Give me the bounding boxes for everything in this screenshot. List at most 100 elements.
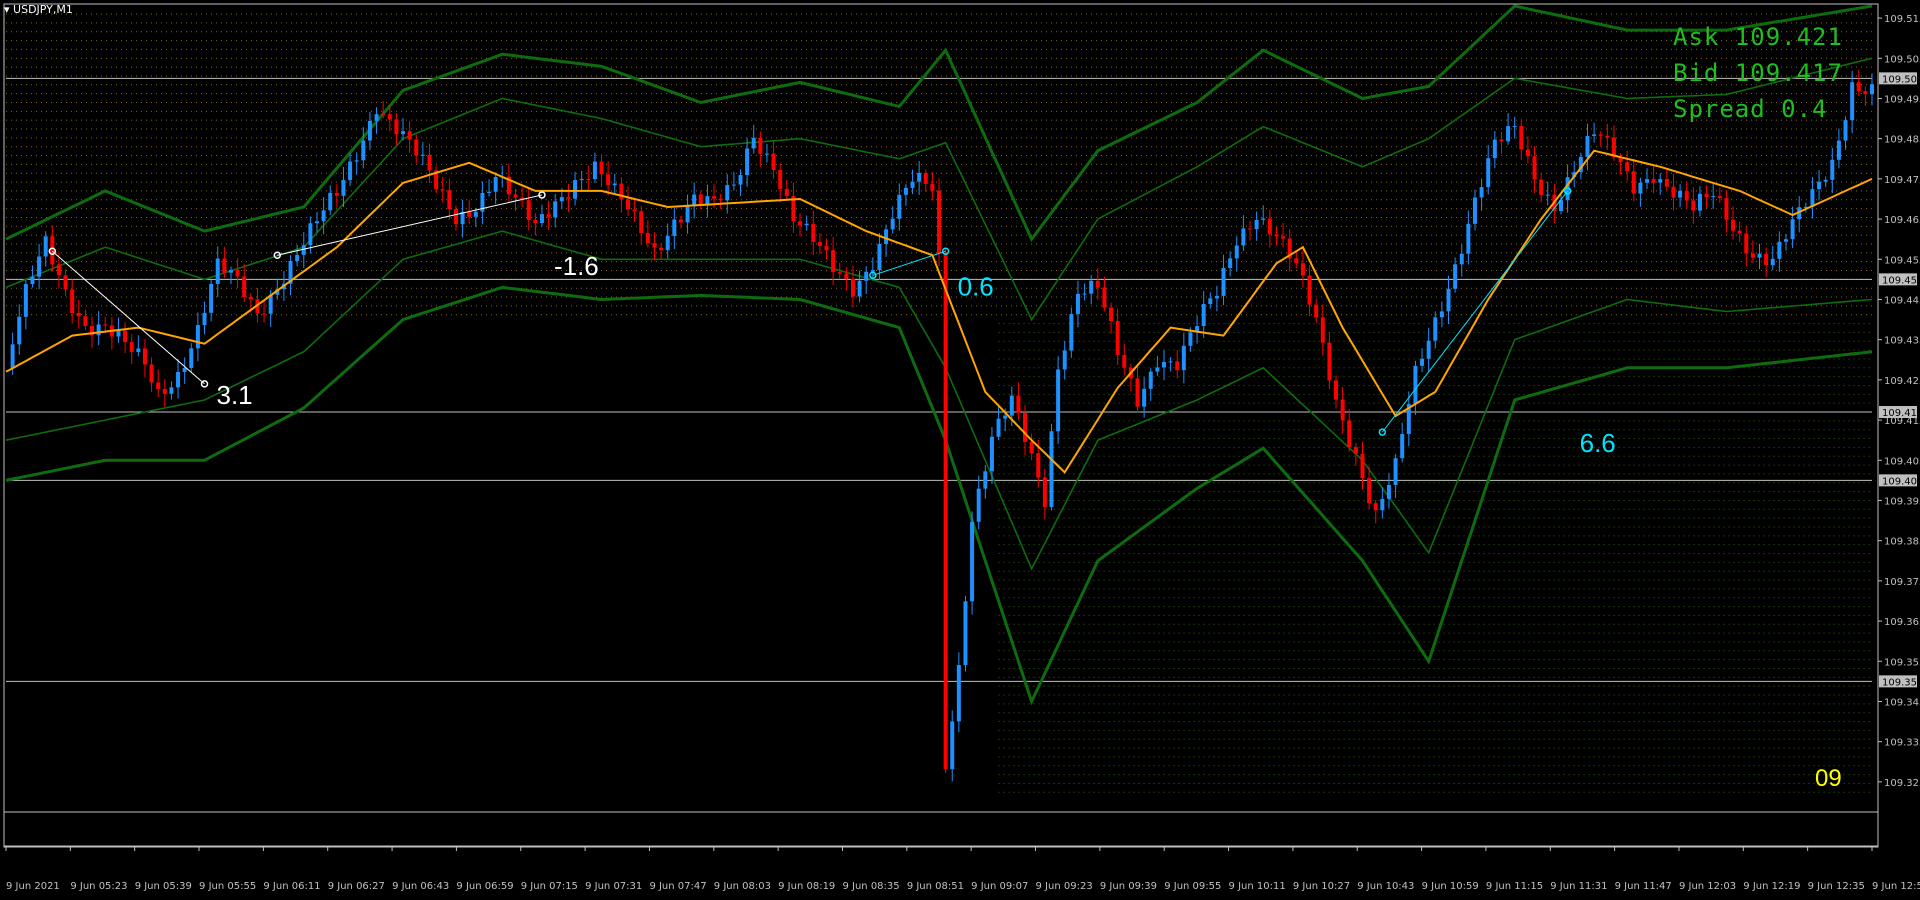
- level-price-label: 109.500: [1882, 74, 1920, 85]
- bull-candle: [612, 183, 617, 186]
- y-tick-label: 109.445: [1884, 295, 1920, 306]
- bull-candle: [1466, 223, 1471, 254]
- bull-candle: [374, 114, 379, 121]
- bear-candle: [645, 232, 650, 244]
- bull-candle: [725, 185, 730, 201]
- level-price-label: 109.400: [1882, 476, 1920, 487]
- bear-candle: [526, 200, 531, 220]
- bull-candle: [1492, 139, 1497, 159]
- bear-candle: [1691, 200, 1696, 211]
- bear-candle: [447, 190, 452, 210]
- bear-candle: [427, 154, 432, 171]
- bear-candle: [1267, 218, 1272, 235]
- bull-candle: [1221, 267, 1226, 296]
- bull-candle: [487, 191, 492, 193]
- bull-candle: [917, 172, 922, 182]
- bear-candle: [639, 211, 644, 233]
- bull-candle: [1472, 197, 1477, 224]
- bear-candle: [811, 223, 816, 242]
- bull-candle: [195, 325, 200, 349]
- bull-candle: [910, 181, 915, 188]
- bull-candle: [1453, 264, 1458, 289]
- bear-candle: [129, 342, 134, 353]
- bear-candle: [1525, 149, 1530, 157]
- bear-candle: [1122, 354, 1127, 368]
- bear-candle: [712, 196, 717, 199]
- bear-candle: [1340, 399, 1345, 421]
- bull-candle: [1261, 218, 1266, 220]
- bull-candle: [884, 229, 889, 244]
- time-axis: 9 Jun 2021 9 Jun 05:23 9 Jun 05:39 9 Jun 05…: [5, 847, 1920, 892]
- bull-candle: [1870, 84, 1874, 95]
- bear-candle: [149, 364, 154, 383]
- candles: [10, 69, 1874, 782]
- bull-candle: [1638, 182, 1643, 194]
- bull-candle: [136, 348, 141, 353]
- zigzag-label: 3.1: [217, 380, 253, 410]
- bull-candle: [348, 161, 353, 181]
- bear-candle: [831, 250, 836, 273]
- x-tick-label: 9 Jun 08:19: [778, 881, 835, 892]
- chart-window[interactable]: 3.1 -1.6 0.6 6.6 109.515 109.505 109.495 109.4…: [0, 0, 1920, 900]
- bull-candle: [354, 160, 359, 162]
- bull-candle: [1069, 314, 1074, 351]
- bull-candle: [553, 201, 558, 218]
- bear-candle: [1605, 135, 1610, 138]
- bear-candle: [1664, 179, 1669, 187]
- bear-candle: [123, 330, 128, 343]
- x-tick-label: 9 Jun 10:11: [1229, 881, 1286, 892]
- bull-candle: [420, 154, 425, 156]
- bull-candle: [1459, 253, 1464, 265]
- bear-candle: [70, 289, 75, 313]
- bull-candle: [1168, 361, 1173, 363]
- bear-candle: [1744, 233, 1749, 254]
- bull-candle: [215, 258, 220, 284]
- bull-candle: [857, 280, 862, 297]
- bear-candle: [1307, 275, 1312, 305]
- bear-candle: [930, 183, 935, 191]
- bull-candle: [1823, 179, 1828, 182]
- x-tick-label: 9 Jun 10:27: [1293, 881, 1350, 892]
- bull-candle: [764, 153, 769, 155]
- y-tick-label: 109.505: [1884, 54, 1920, 65]
- dotted-level-grid: [6, 13, 1872, 793]
- bull-candle: [1850, 82, 1855, 121]
- x-tick-label: 9 Jun 07:47: [649, 881, 706, 892]
- bull-candle: [890, 218, 895, 230]
- bull-candle: [321, 210, 326, 222]
- bull-candle: [1697, 193, 1702, 211]
- bear-candle: [1281, 236, 1286, 239]
- bear-candle: [844, 273, 849, 279]
- bear-candle: [1115, 320, 1120, 355]
- bear-candle: [1724, 198, 1729, 220]
- bear-candle: [1334, 380, 1339, 400]
- bull-candle: [17, 316, 22, 345]
- zigzag-label: 6.6: [1580, 428, 1616, 458]
- zigzag-label: -1.6: [554, 251, 599, 281]
- bear-candle: [1314, 304, 1319, 318]
- y-tick-label: 109.465: [1884, 215, 1920, 226]
- bear-candle: [262, 313, 267, 315]
- bull-candle: [30, 276, 35, 285]
- bull-candle: [573, 180, 578, 199]
- price-chart[interactable]: 3.1 -1.6 0.6 6.6 109.515 109.505 109.495 109.4…: [0, 0, 1920, 900]
- price-level-lines: [6, 77, 1872, 682]
- bull-candle: [1062, 350, 1067, 370]
- bear-candle: [83, 316, 88, 327]
- bear-candle: [1704, 193, 1709, 198]
- chart-menu-icon[interactable]: ▾: [4, 3, 13, 16]
- bull-candle: [1678, 190, 1683, 198]
- bear-candle: [248, 296, 253, 300]
- bear-candle: [1519, 126, 1524, 150]
- bear-candle: [923, 172, 928, 184]
- bear-candle: [771, 153, 776, 170]
- bear-candle: [1717, 196, 1722, 199]
- bid-label: Bid 109.417: [1673, 59, 1843, 87]
- bull-candle: [315, 221, 319, 224]
- x-tick-label: 9 Jun 12:35: [1808, 881, 1865, 892]
- bear-candle: [546, 214, 551, 218]
- bull-candle: [1201, 304, 1206, 327]
- bull-candle: [1817, 181, 1822, 190]
- bull-candle: [1075, 293, 1080, 315]
- bear-candle: [778, 169, 783, 189]
